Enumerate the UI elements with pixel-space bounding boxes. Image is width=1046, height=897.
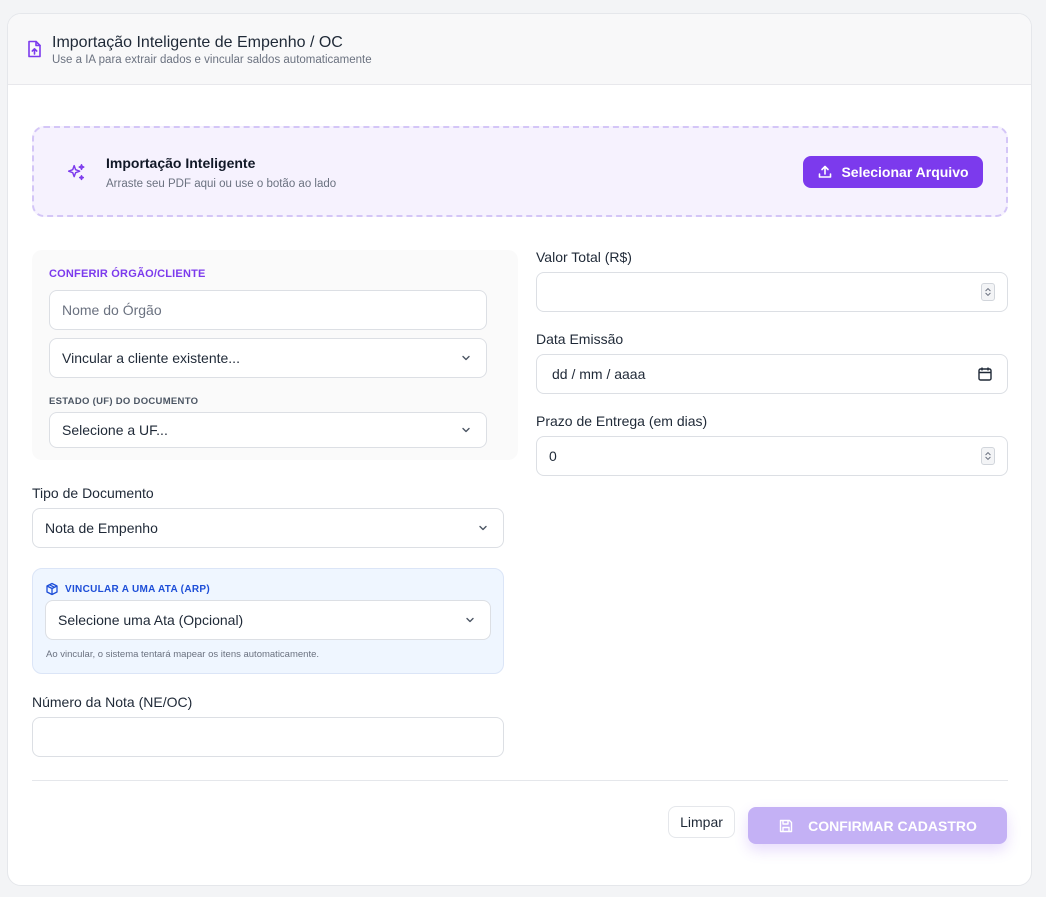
upload-icon <box>819 165 832 178</box>
footer-divider <box>32 780 1008 781</box>
confirm-label: CONFIRMAR CADASTRO <box>808 817 977 834</box>
ata-select-value: Selecione uma Ata (Opcional) <box>58 612 244 628</box>
page-title: Importação Inteligente de Empenho / OC <box>52 34 343 51</box>
number-stepper-icon[interactable] <box>981 447 995 465</box>
prazo-entrega-input[interactable]: 0 <box>536 436 1008 476</box>
dropzone-subtitle: Arraste seu PDF aqui ou use o botão ao l… <box>106 178 337 190</box>
page-subtitle: Use a IA para extrair dados e vincular s… <box>52 54 372 66</box>
numero-nota-label: Número da Nota (NE/OC) <box>32 694 193 710</box>
select-file-label: Selecionar Arquivo <box>841 164 969 180</box>
save-icon <box>779 819 793 832</box>
orgao-name-placeholder: Nome do Órgão <box>62 302 162 318</box>
pdf-dropzone[interactable]: Importação Inteligente Arraste seu PDF a… <box>32 126 1008 217</box>
prazo-entrega-label: Prazo de Entrega (em dias) <box>536 413 708 429</box>
numero-nota-input[interactable] <box>32 717 504 757</box>
confirm-button[interactable]: CONFIRMAR CADASTRO <box>748 807 1007 844</box>
chevron-down-icon <box>462 427 470 433</box>
orgao-name-input[interactable]: Nome do Órgão <box>49 290 487 330</box>
tipo-documento-value: Nota de Empenho <box>45 520 158 536</box>
ata-label-text: VINCULAR A UMA ATA (ARP) <box>65 583 210 595</box>
uf-label: ESTADO (UF) DO DOCUMENTO <box>49 396 199 407</box>
ata-section: VINCULAR A UMA ATA (ARP) Selecione uma A… <box>32 568 504 674</box>
chevron-down-icon <box>462 355 470 361</box>
data-emissao-input[interactable]: dd / mm / aaaa <box>536 354 1008 394</box>
ata-select[interactable]: Selecione uma Ata (Opcional) <box>45 600 491 640</box>
chevron-down-icon <box>466 617 474 623</box>
prazo-entrega-value: 0 <box>549 448 557 464</box>
valor-total-label: Valor Total (R$) <box>536 249 632 265</box>
uf-select-value: Selecione a UF... <box>62 422 168 438</box>
orgao-section-label: CONFERIR ÓRGÃO/CLIENTE <box>49 268 206 280</box>
ata-label: VINCULAR A UMA ATA (ARP) <box>45 582 210 596</box>
calendar-icon[interactable] <box>977 366 993 382</box>
ata-hint: Ao vincular, o sistema tentará mapear os… <box>46 649 319 660</box>
import-card: Importação Inteligente de Empenho / OC U… <box>7 13 1032 886</box>
dropzone-title: Importação Inteligente <box>106 155 256 171</box>
chevron-down-icon <box>479 525 487 531</box>
uf-select[interactable]: Selecione a UF... <box>49 412 487 448</box>
tipo-documento-select[interactable]: Nota de Empenho <box>32 508 504 548</box>
client-select[interactable]: Vincular a cliente existente... <box>49 338 487 378</box>
data-emissao-placeholder: dd / mm / aaaa <box>552 366 646 382</box>
data-emissao-label: Data Emissão <box>536 331 624 347</box>
select-file-button[interactable]: Selecionar Arquivo <box>803 156 983 188</box>
tipo-documento-label: Tipo de Documento <box>32 485 154 501</box>
valor-total-input[interactable] <box>536 272 1008 312</box>
orgao-section: CONFERIR ÓRGÃO/CLIENTE Nome do Órgão Vin… <box>32 250 518 460</box>
package-icon <box>46 582 58 596</box>
card-header: Importação Inteligente de Empenho / OC U… <box>8 14 1031 85</box>
number-stepper-icon[interactable] <box>981 283 995 301</box>
clear-button[interactable]: Limpar <box>668 806 735 838</box>
file-upload-icon <box>28 40 41 58</box>
sparkles-icon <box>67 164 85 181</box>
client-select-value: Vincular a cliente existente... <box>62 350 240 366</box>
